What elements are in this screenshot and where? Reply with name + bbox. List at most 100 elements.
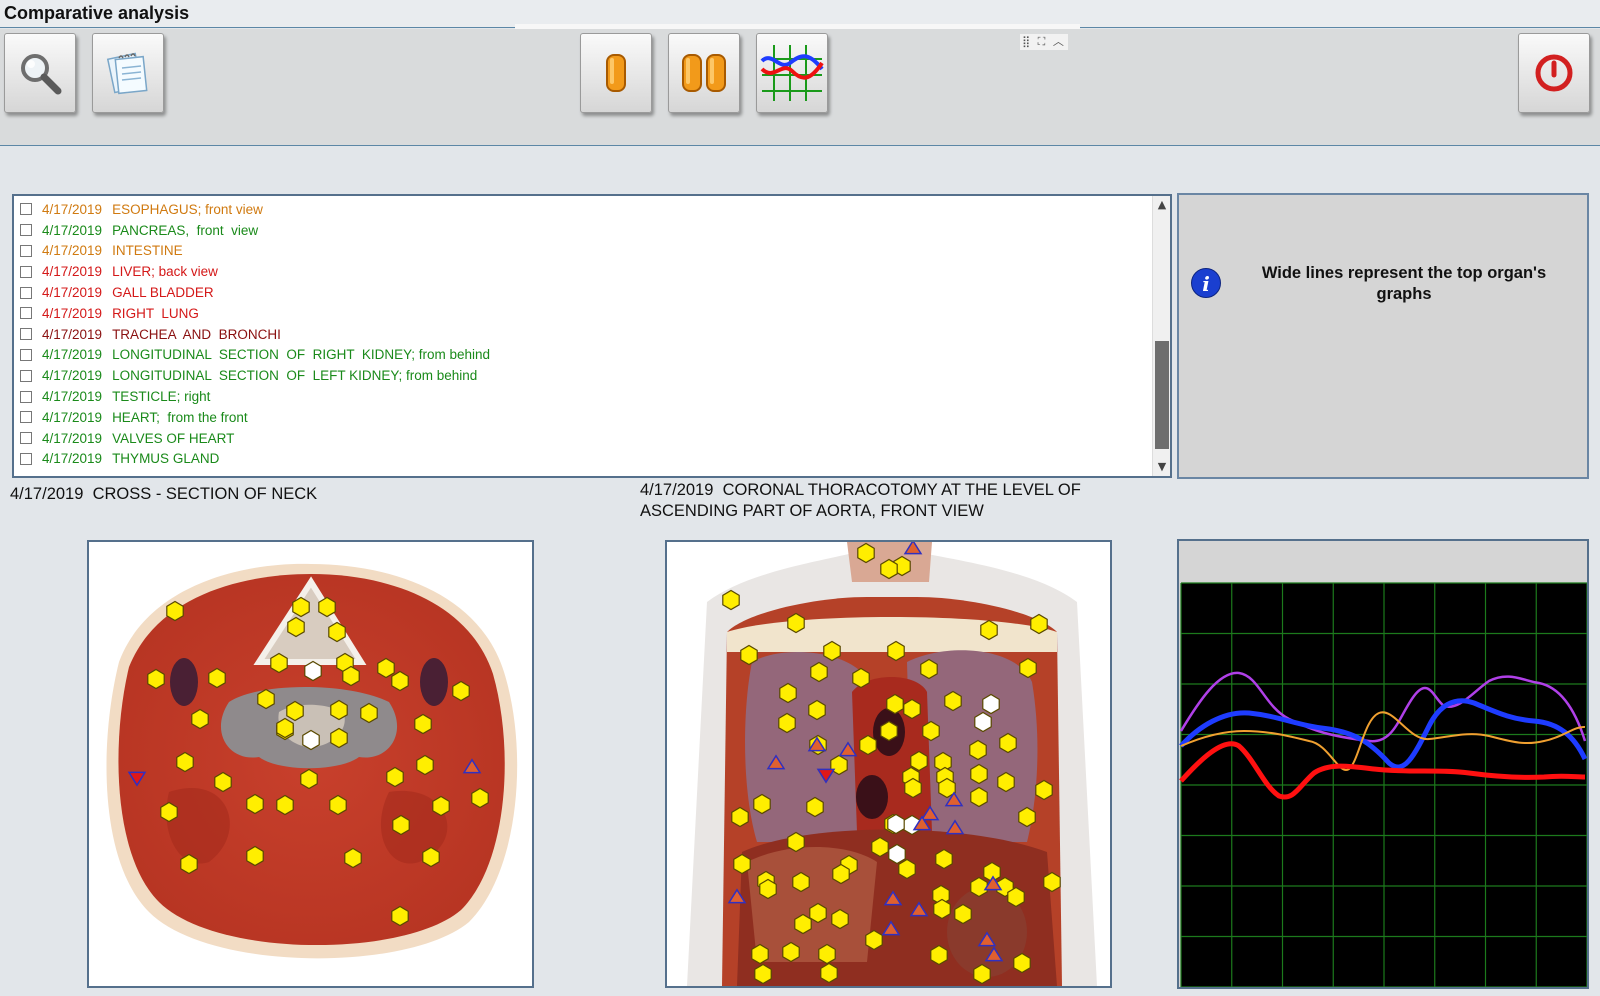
list-item-checkbox[interactable] [20, 203, 32, 216]
list-item[interactable]: 4/17/2019 GALL BLADDER [14, 282, 1170, 303]
point-marker[interactable] [1030, 613, 1048, 635]
point-marker[interactable] [871, 836, 889, 858]
point-marker[interactable] [208, 667, 226, 689]
point-marker[interactable] [287, 616, 305, 638]
point-marker[interactable] [1035, 779, 1053, 801]
point-marker[interactable] [930, 944, 948, 966]
point-marker[interactable] [935, 848, 953, 870]
notes-button[interactable] [92, 33, 164, 113]
point-marker[interactable] [888, 843, 906, 865]
list-item-checkbox[interactable] [20, 307, 32, 320]
point-marker[interactable] [787, 831, 805, 853]
dual-view-button[interactable] [668, 33, 740, 113]
point-marker[interactable] [391, 905, 409, 927]
point-marker[interactable] [292, 596, 310, 618]
point-marker[interactable] [246, 793, 264, 815]
list-item-checkbox[interactable] [20, 390, 32, 403]
list-item-checkbox[interactable] [20, 452, 32, 465]
point-marker[interactable] [276, 794, 294, 816]
point-marker[interactable] [166, 600, 184, 622]
point-marker[interactable] [432, 795, 450, 817]
point-marker[interactable] [920, 658, 938, 680]
point-marker[interactable] [831, 908, 849, 930]
point-marker[interactable] [740, 644, 758, 666]
point-marker[interactable] [754, 963, 772, 985]
point-marker[interactable] [806, 796, 824, 818]
single-view-button[interactable] [580, 33, 652, 113]
point-marker[interactable] [980, 619, 998, 641]
point-marker[interactable] [344, 847, 362, 869]
list-item[interactable]: 4/17/2019 HEART; from the front [14, 407, 1170, 428]
scroll-thumb[interactable] [1155, 341, 1169, 449]
neck-cross-section-image[interactable] [89, 542, 532, 986]
point-marker[interactable] [422, 846, 440, 868]
point-marker[interactable] [880, 720, 898, 742]
scroll-up-arrow-icon[interactable]: ▲ [1153, 196, 1170, 214]
point-marker[interactable] [922, 720, 940, 742]
list-item-checkbox[interactable] [20, 286, 32, 299]
list-item-checkbox[interactable] [20, 265, 32, 278]
point-marker[interactable] [832, 863, 850, 885]
search-button[interactable] [4, 33, 76, 113]
list-item-checkbox[interactable] [20, 224, 32, 237]
point-marker[interactable] [270, 652, 288, 674]
point-marker[interactable] [1019, 657, 1037, 679]
list-item-checkbox[interactable] [20, 432, 32, 445]
list-item[interactable]: 4/17/2019 LONGITUDINAL SECTION OF LEFT KI… [14, 365, 1170, 386]
point-marker[interactable] [823, 640, 841, 662]
list-item-checkbox[interactable] [20, 328, 32, 341]
point-marker[interactable] [471, 787, 489, 809]
point-marker[interactable] [778, 712, 796, 734]
list-scrollbar[interactable]: ▲ ▼ [1152, 196, 1170, 476]
coronal-thoracotomy-image[interactable] [667, 542, 1110, 986]
list-item[interactable]: 4/17/2019 THYMUS GLAND [14, 449, 1170, 470]
list-item[interactable]: 4/17/2019 INTESTINE [14, 241, 1170, 262]
point-marker[interactable] [722, 589, 740, 611]
point-marker[interactable] [903, 698, 921, 720]
point-marker[interactable] [997, 771, 1015, 793]
point-marker[interactable] [257, 688, 275, 710]
point-marker[interactable] [392, 814, 410, 836]
point-marker[interactable] [360, 702, 378, 724]
point-marker[interactable] [176, 751, 194, 773]
list-item-checkbox[interactable] [20, 411, 32, 424]
point-marker[interactable] [810, 661, 828, 683]
point-marker[interactable] [999, 732, 1017, 754]
point-marker[interactable] [731, 806, 749, 828]
point-marker[interactable] [782, 941, 800, 963]
point-marker[interactable] [792, 871, 810, 893]
point-marker[interactable] [969, 739, 987, 761]
point-marker[interactable] [974, 711, 992, 733]
point-marker[interactable] [330, 727, 348, 749]
point-marker[interactable] [944, 690, 962, 712]
point-marker[interactable] [886, 693, 904, 715]
point-marker[interactable] [147, 668, 165, 690]
list-item[interactable]: 4/17/2019 LONGITUDINAL SECTION OF RIGHT K… [14, 345, 1170, 366]
point-marker[interactable] [857, 542, 875, 564]
point-marker[interactable] [859, 734, 877, 756]
point-marker[interactable] [808, 699, 826, 721]
coronal-thoracotomy-panel[interactable] [665, 540, 1112, 988]
point-marker[interactable] [191, 708, 209, 730]
point-marker[interactable] [180, 853, 198, 875]
point-marker[interactable] [391, 670, 409, 692]
records-list[interactable]: 4/17/2019 ESOPHAGUS; front view 4/17/2019 P… [12, 194, 1172, 478]
list-item[interactable]: 4/17/2019 VALVES OF HEART [14, 428, 1170, 449]
comparison-graph[interactable] [1179, 541, 1587, 987]
list-item[interactable]: 4/17/2019 ESOPHAGUS; front view [14, 199, 1170, 220]
point-marker[interactable] [865, 929, 883, 951]
point-marker[interactable] [973, 963, 991, 985]
list-item[interactable]: 4/17/2019 RIGHT LUNG [14, 303, 1170, 324]
point-marker[interactable] [414, 713, 432, 735]
panel-controls[interactable]: ⣿ ⛶ ︿ [1020, 34, 1068, 50]
point-marker[interactable] [276, 717, 294, 739]
point-marker[interactable] [954, 903, 972, 925]
point-marker[interactable] [970, 763, 988, 785]
point-marker[interactable] [416, 754, 434, 776]
point-marker[interactable] [904, 777, 922, 799]
point-marker[interactable] [377, 657, 395, 679]
point-marker[interactable] [751, 943, 769, 965]
list-item[interactable]: 4/17/2019 LIVER; back view [14, 261, 1170, 282]
point-marker[interactable] [300, 768, 318, 790]
point-marker[interactable] [820, 962, 838, 984]
